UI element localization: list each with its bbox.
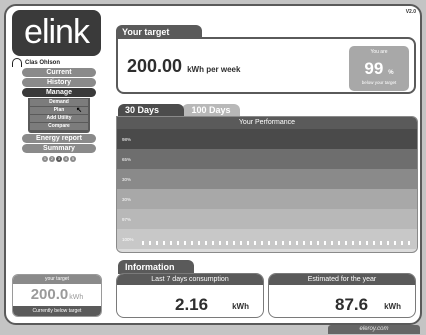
target-panel: 200.00 kWh per week You are 99% below yo… <box>116 37 416 94</box>
page-dot-1[interactable]: 1 <box>42 156 48 162</box>
performance-chart: Your Performance 98% 65% 30% 30% 97% 100% <box>116 116 418 253</box>
band-label: 65% <box>122 156 132 162</box>
performance-band: 65% <box>117 149 417 169</box>
user-info: Clas Ohlson <box>12 58 60 67</box>
year-value: 87.6 <box>335 295 369 314</box>
sidebar-target-status: Currently below target <box>13 306 101 316</box>
user-name: Clas Ohlson <box>25 59 61 66</box>
year-unit: kWh <box>384 302 401 311</box>
information-tab: Information <box>118 260 194 274</box>
nav-history[interactable]: History <box>22 78 96 87</box>
page-dot-5[interactable]: 5 <box>70 156 76 162</box>
tab-100-days[interactable]: 100 Days <box>182 104 240 116</box>
nav-current[interactable]: Current <box>22 68 96 77</box>
mouse-cursor-icon: ↖ <box>76 107 82 114</box>
last7-card: Last 7 days consumption 2.16 kWh <box>116 273 264 318</box>
year-header: Estimated for the year <box>269 274 415 285</box>
baseline-ticks <box>142 241 413 245</box>
sidebar-target-card: your target 200.0kWh Currently below tar… <box>12 274 102 317</box>
band-label: 30% <box>122 196 132 202</box>
sidebar-target-unit: kWh <box>69 294 84 301</box>
sidebar-target-value-row: 200.0kWh <box>13 284 101 306</box>
you-are-badge: You are 99% below your target <box>349 46 409 91</box>
band-label: 100% <box>122 236 134 242</box>
page-dot-4[interactable]: 4 <box>63 156 69 162</box>
percent-row: 99% <box>349 59 409 79</box>
page-dots: 1 2 3 4 5 <box>22 156 96 162</box>
main-nav: Current History Manage Demand Plan ↖ Add … <box>22 68 96 162</box>
page-dot-2[interactable]: 2 <box>49 156 55 162</box>
performance-header: Your Performance <box>117 117 417 129</box>
last7-unit: kWh <box>232 302 249 311</box>
submenu-plan[interactable]: Plan ↖ <box>30 107 88 114</box>
elink-logo: elink <box>12 10 101 56</box>
performance-band: 100% <box>117 229 417 249</box>
year-card: Estimated for the year 87.6 kWh <box>268 273 416 318</box>
last7-value: 2.16 <box>175 295 209 314</box>
brand-footer: eleroy.com <box>328 325 420 334</box>
band-label: 98% <box>122 136 132 142</box>
percent-sign: % <box>388 70 394 76</box>
submenu-plan-label: Plan <box>53 107 65 113</box>
performance-band: 30% <box>117 169 417 189</box>
user-icon <box>12 58 22 67</box>
target-value: 200.00 <box>127 56 183 76</box>
page-dot-3[interactable]: 3 <box>56 156 62 162</box>
band-label: 30% <box>122 176 132 182</box>
nav-energy-report[interactable]: Energy report <box>22 134 96 143</box>
submenu-add-utility[interactable]: Add Utility <box>30 115 88 122</box>
nav-summary[interactable]: Summary <box>22 144 96 153</box>
band-label: 97% <box>122 216 132 222</box>
sidebar-target-value: 200.0 <box>30 286 69 303</box>
sidebar-target-header: your target <box>13 275 101 284</box>
target-value-row: 200.00 kWh per week <box>127 56 240 77</box>
manage-submenu: Demand Plan ↖ Add Utility Compare <box>28 98 90 133</box>
version-label: V2.0 <box>405 9 416 15</box>
performance-band: 97% <box>117 209 417 229</box>
below-target-label: below your target <box>361 80 397 85</box>
nav-manage[interactable]: Manage <box>22 88 96 97</box>
percent-value: 99 <box>364 59 384 78</box>
last7-header: Last 7 days consumption <box>117 274 263 285</box>
you-are-label: You are <box>370 49 388 55</box>
submenu-demand[interactable]: Demand <box>30 99 88 106</box>
performance-band: 30% <box>117 189 417 209</box>
submenu-compare[interactable]: Compare <box>30 123 88 130</box>
performance-band: 98% <box>117 129 417 149</box>
performance-bands: 98% 65% 30% 30% 97% 100% <box>117 129 417 249</box>
target-unit: kWh per week <box>187 65 241 74</box>
app-window: V2.0 elink Clas Ohlson Current History M… <box>4 4 422 325</box>
